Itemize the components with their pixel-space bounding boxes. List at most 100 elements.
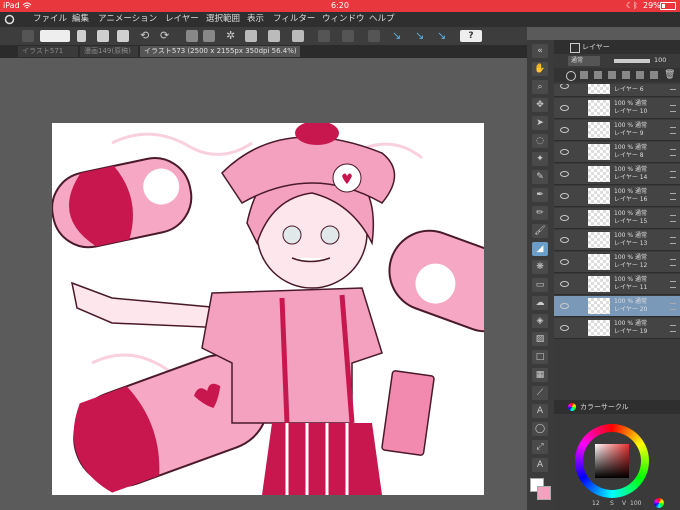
decoration-tool-icon[interactable]: ❋	[532, 260, 548, 274]
visibility-eye-icon[interactable]	[560, 127, 569, 133]
opacity-slider[interactable]	[614, 59, 650, 63]
layer-row[interactable]: 100 % 通常 レイヤー 16	[554, 186, 680, 207]
lock-layer-icon[interactable]	[636, 71, 644, 79]
frame-tool-icon[interactable]: ▦	[532, 368, 548, 382]
visibility-eye-icon[interactable]	[560, 193, 569, 199]
saturation-value-square[interactable]	[595, 444, 629, 478]
visibility-eye-icon[interactable]	[560, 259, 569, 265]
figure-tool-icon[interactable]: □	[532, 350, 548, 364]
balloon-tool-icon[interactable]: ◯	[532, 422, 548, 436]
tab-illust571[interactable]: イラスト571	[18, 46, 78, 57]
layer-menu-icon[interactable]	[670, 237, 676, 244]
layer-menu-icon[interactable]	[670, 215, 676, 222]
visibility-eye-icon[interactable]	[560, 215, 569, 221]
layer-menu-icon[interactable]	[670, 127, 676, 134]
transform-icon[interactable]	[318, 30, 330, 42]
grid-menu-icon[interactable]	[22, 30, 34, 42]
layer-menu-icon[interactable]	[670, 281, 676, 288]
menu-window[interactable]: ウィンドウ	[322, 14, 365, 25]
eyedropper-tool-icon[interactable]: ✎	[532, 170, 548, 184]
layer-row[interactable]: 100 % 通常 レイヤー 10	[554, 98, 680, 119]
clip-studio-button[interactable]	[40, 30, 70, 42]
layer-row[interactable]: 100 % 通常 レイヤー 19	[554, 318, 680, 339]
deselect-icon[interactable]	[292, 30, 304, 42]
clip-layer-icon[interactable]	[608, 71, 616, 79]
drawing-canvas[interactable]	[52, 123, 484, 495]
fill-tool-icon[interactable]: ◈	[532, 314, 548, 328]
layer-row[interactable]: 100 % 通常 レイヤー 11	[554, 274, 680, 295]
visibility-eye-icon[interactable]	[560, 84, 569, 89]
save-icon[interactable]	[117, 30, 129, 42]
clear-outside-icon[interactable]	[203, 30, 215, 42]
menu-selection[interactable]: 選択範囲	[206, 14, 240, 25]
menu-edit[interactable]: 編集	[72, 14, 89, 25]
menu-view[interactable]: 表示	[247, 14, 264, 25]
text-tool-icon[interactable]: A	[532, 404, 548, 418]
menu-help[interactable]: ヘルプ	[369, 14, 395, 25]
pen-tool-icon[interactable]: ✒	[532, 188, 548, 202]
reference-layer-icon[interactable]	[622, 71, 630, 79]
help-button[interactable]: ?	[460, 30, 482, 42]
blend-mode-select[interactable]: 通常	[568, 56, 600, 66]
tab-illust573[interactable]: イラスト573 (2500 x 2155px 350dpi 56.4%)	[140, 46, 300, 57]
undo-icon[interactable]: ⟲	[140, 30, 152, 42]
menu-filter[interactable]: フィルター	[273, 14, 315, 25]
new-vector-layer-icon[interactable]	[580, 71, 588, 79]
correction-tool-icon[interactable]: ⤢	[532, 440, 548, 454]
visibility-eye-icon[interactable]	[560, 171, 569, 177]
layer-menu-icon[interactable]	[670, 303, 676, 310]
flip-icon[interactable]	[368, 30, 380, 42]
layer-row[interactable]: 100 % 通常 レイヤー 13	[554, 230, 680, 251]
ruler-tool-icon[interactable]: ⟋	[532, 386, 548, 400]
move-tool-icon[interactable]: ✥	[532, 98, 548, 112]
fill-icon[interactable]	[268, 30, 280, 42]
wand-tool-icon[interactable]: ✦	[532, 152, 548, 166]
app-logo-icon[interactable]	[4, 14, 16, 25]
text-tool-2-icon[interactable]: A	[532, 458, 548, 472]
menu-animation[interactable]: アニメーション	[98, 14, 157, 25]
visibility-eye-icon[interactable]	[560, 303, 569, 309]
zoom-tool-icon[interactable]: ⌕	[532, 80, 548, 94]
tab-manga149[interactable]: 漫画149(原稿)	[80, 46, 138, 57]
open-file-icon[interactable]	[97, 30, 109, 42]
delete-layer-icon[interactable]: 🗑	[664, 70, 675, 80]
layer-menu-icon[interactable]	[670, 193, 676, 200]
hand-tool-icon[interactable]: ✋	[532, 62, 548, 76]
sub-color-swatch[interactable]	[537, 486, 551, 500]
layer-menu-icon[interactable]	[670, 171, 676, 178]
layer-menu-icon[interactable]	[670, 84, 676, 90]
clear-icon[interactable]	[186, 30, 198, 42]
menu-layer[interactable]: レイヤー	[165, 14, 199, 25]
layer-menu-icon[interactable]	[670, 325, 676, 332]
color-mode-icon[interactable]	[654, 498, 664, 508]
new-folder-icon[interactable]	[594, 71, 602, 79]
ruler-snap-icon[interactable]: ↘	[392, 30, 404, 42]
blend-tool-icon[interactable]: ☁	[532, 296, 548, 310]
new-raster-layer-icon[interactable]	[566, 71, 576, 81]
lasso-tool-icon[interactable]: ◌	[532, 134, 548, 148]
gradient-tool-icon[interactable]: ▨	[532, 332, 548, 346]
show-layer-icon[interactable]	[245, 30, 257, 42]
hue-ring[interactable]	[575, 424, 649, 498]
redo-icon[interactable]: ⟳	[160, 30, 172, 42]
visibility-eye-icon[interactable]	[560, 105, 569, 111]
snap-grid-icon[interactable]: ↘	[437, 30, 449, 42]
layer-menu-icon[interactable]	[670, 259, 676, 266]
visibility-eye-icon[interactable]	[560, 237, 569, 243]
airbrush-tool-icon[interactable]: ◢	[532, 242, 548, 256]
layer-row[interactable]: 100 % 通常 レイヤー 9	[554, 120, 680, 141]
invert-selection-icon[interactable]	[342, 30, 354, 42]
visibility-eye-icon[interactable]	[560, 325, 569, 331]
layer-menu-icon[interactable]	[670, 105, 676, 112]
layer-row[interactable]: 100 % 通常 レイヤー 14	[554, 164, 680, 185]
layer-row[interactable]: レイヤー 6	[554, 84, 680, 97]
eraser-tool-icon[interactable]: ▭	[532, 278, 548, 292]
mask-layer-icon[interactable]	[650, 71, 658, 79]
brush-tool-icon[interactable]: 🖌	[532, 224, 548, 238]
layer-row[interactable]: 100 % 通常 レイヤー 15	[554, 208, 680, 229]
visibility-eye-icon[interactable]	[560, 149, 569, 155]
layer-row[interactable]: 100 % 通常 レイヤー 12	[554, 252, 680, 273]
menu-file[interactable]: ファイル	[33, 14, 67, 25]
operation-tool-icon[interactable]: ➤	[532, 116, 548, 130]
layer-menu-icon[interactable]	[670, 149, 676, 156]
